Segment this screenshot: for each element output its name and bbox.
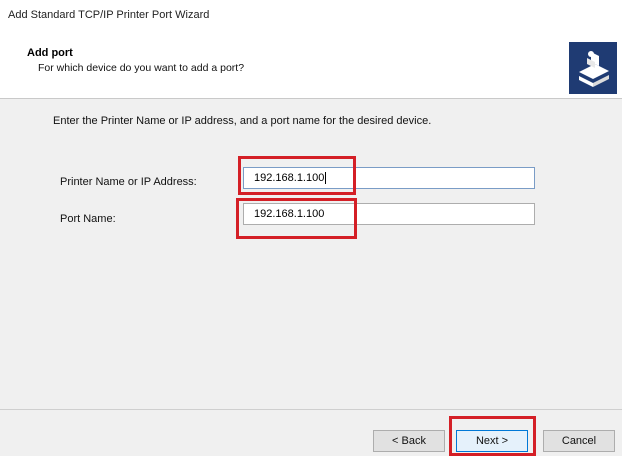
printer-name-label: Printer Name or IP Address: — [60, 176, 197, 188]
page-title: Add port — [27, 47, 73, 59]
instruction-text: Enter the Printer Name or IP address, an… — [53, 115, 432, 127]
wizard-content: Enter the Printer Name or IP address, an… — [0, 99, 622, 409]
highlight-box-port-name — [236, 198, 357, 239]
highlight-box-printer-name — [238, 156, 356, 195]
wizard-footer: < Back Next > Cancel — [0, 410, 622, 456]
wizard-header: Add port For which device do you want to… — [0, 34, 622, 98]
port-name-label: Port Name: — [60, 213, 116, 225]
highlight-box-next — [449, 416, 536, 456]
title-bar: Add Standard TCP/IP Printer Port Wizard — [0, 0, 622, 34]
back-button[interactable]: < Back — [373, 430, 445, 452]
printer-network-icon — [569, 42, 617, 94]
cancel-button[interactable]: Cancel — [543, 430, 615, 452]
window-title: Add Standard TCP/IP Printer Port Wizard — [8, 9, 210, 21]
page-subtitle: For which device do you want to add a po… — [38, 62, 245, 74]
